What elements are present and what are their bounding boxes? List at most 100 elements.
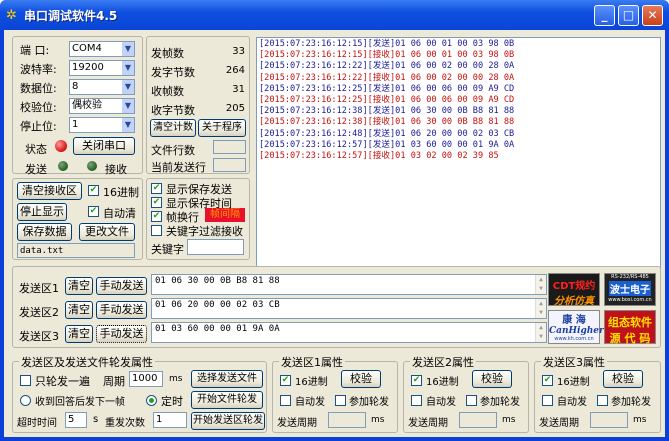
stopbits-label: 停止位: (20, 120, 57, 133)
chevron-down-icon: ▼ (121, 61, 134, 75)
send-area-content: 01 03 60 00 00 01 9A 0A (155, 324, 280, 334)
send-frames-value: 33 (232, 46, 245, 57)
frame-newline-checkbox[interactable]: ✔ (151, 211, 162, 222)
retry-input[interactable]: 1 (153, 412, 187, 428)
keyword-input[interactable] (187, 239, 244, 255)
cdt-ad[interactable]: CDT规约 分析仿真 (548, 273, 600, 307)
log-line: [2015:07:23:16:12:57][接收]01 03 02 00 02 … (259, 151, 499, 162)
recv-log[interactable]: [2015:07:23:16:12:15][发送]01 06 00 01 00 … (256, 37, 661, 288)
props-period-input[interactable] (590, 412, 628, 428)
props-hex16-checkbox[interactable]: ✔ (542, 375, 553, 386)
file-lines-label: 文件行数 (151, 144, 195, 157)
parity-value: 偶校验 (72, 100, 102, 111)
clear-send-area-button[interactable]: 清空 (65, 301, 93, 319)
about-button[interactable]: 关于程序 (198, 119, 246, 137)
props-join-checkbox[interactable] (335, 395, 346, 406)
send-area-label: 发送区2 (19, 306, 59, 319)
display-options-group: ✔ 显示保存发送 ✔ 显示保存时间 ✔ 帧换行 帧间隔 关键字过滤接收 关键字 (146, 178, 250, 260)
filename-field[interactable]: data.txt (17, 243, 135, 258)
keyword-filter-checkbox[interactable] (151, 225, 162, 236)
log-line: [2015:07:23:16:12:15][接收]01 06 00 01 00 … (259, 50, 515, 61)
stop-display-button[interactable]: 停止显示 (17, 203, 67, 221)
poll-group-title: 发送区及发送文件轮发属性 (19, 354, 155, 370)
poll-once-checkbox[interactable] (20, 375, 31, 386)
manual-send-button[interactable]: 手动发送 (96, 301, 147, 319)
log-line: [2015:07:23:16:12:48][发送]01 06 20 00 00 … (259, 128, 515, 139)
rs-ad-line2: 波士电子 (609, 281, 651, 296)
rs-ad[interactable]: RS-232/RS-485 波士电子 www.bosi.com.cn (604, 273, 656, 306)
scrollbar[interactable]: ▲ ▼ (535, 323, 546, 342)
close-port-button[interactable]: 关闭串口 (73, 137, 135, 155)
frame-interval-badge[interactable]: 帧间隔 (205, 208, 245, 222)
poll-period-label: 周期 (103, 375, 125, 388)
props-period-input[interactable] (328, 412, 366, 428)
kh-ad[interactable]: 康 海 CanHigher www.kh.com.cn (548, 310, 604, 344)
clear-recv-button[interactable]: 清空接收区 (17, 182, 82, 200)
props-auto-checkbox[interactable] (542, 395, 553, 406)
props-hex16-checkbox[interactable]: ✔ (280, 375, 291, 386)
source-code-ad[interactable]: 组态软件 源 代 码 (604, 310, 656, 345)
parity-select[interactable]: 偶校验 ▼ (69, 98, 135, 114)
show-save-send-checkbox[interactable]: ✔ (151, 183, 162, 194)
show-save-time-checkbox[interactable]: ✔ (151, 197, 162, 208)
send-area-input[interactable]: 01 06 20 00 00 02 03 CB ▲ ▼ (151, 298, 547, 319)
recv-bytes-value: 205 (225, 103, 245, 114)
poll-period-input[interactable]: 1000 (129, 371, 163, 387)
recv-reply-radio[interactable] (20, 395, 31, 406)
stopbits-select[interactable]: 1 ▼ (69, 117, 135, 133)
hex16-checkbox[interactable]: ✔ (88, 185, 99, 196)
recv-frames-value: 31 (232, 84, 245, 95)
auto-clear-checkbox[interactable]: ✔ (88, 206, 99, 217)
port-settings-group: 端 口: COM4 ▼ 波特率: 19200 ▼ 数据位: 8 ▼ 校验位: 偶校验 ▼… (12, 36, 143, 176)
baud-label: 波特率: (20, 63, 57, 76)
props-auto-checkbox[interactable] (280, 395, 291, 406)
databits-select[interactable]: 8 ▼ (69, 79, 135, 95)
stats-group: 发帧数 33 发字节数 264 收帧数 31 收字节数 205 清空计数 关于程… (146, 36, 250, 174)
rs-ad-line3: www.bosi.com.cn (608, 297, 652, 303)
poll-once-label: 只轮发一遍 (35, 375, 90, 388)
send-area-input[interactable]: 01 03 60 00 00 01 9A 0A ▲ ▼ (151, 322, 547, 343)
clear-count-button[interactable]: 清空计数 (150, 119, 196, 137)
port-select[interactable]: COM4 ▼ (69, 41, 135, 57)
select-file-button[interactable]: 选择发送文件 (191, 370, 263, 388)
minimize-icon: _ (601, 8, 608, 22)
change-file-button[interactable]: 更改文件 (79, 223, 135, 241)
maximize-button[interactable]: □ (618, 5, 639, 26)
close-window-button[interactable]: ✕ (642, 5, 663, 26)
databits-value: 8 (72, 81, 79, 92)
poll-settings-group: 发送区及发送文件轮发属性 只轮发一遍 周期 1000 ms 选择发送文件 收到回… (12, 354, 267, 433)
clear-send-area-button[interactable]: 清空 (65, 277, 93, 295)
baud-select[interactable]: 19200 ▼ (69, 60, 135, 76)
props-hex16-label: 16进制 (295, 377, 328, 388)
recv-frames-label: 收帧数 (151, 85, 184, 98)
props-group-title: 发送区2属性 (410, 354, 476, 370)
parity-label: 校验位: (20, 101, 57, 114)
props-hex16-checkbox[interactable]: ✔ (411, 375, 422, 386)
start-area-poll-button[interactable]: 开始发送区轮发 (191, 412, 265, 430)
send-area-input[interactable]: 01 06 30 00 0B B8 81 88 ▲ ▼ (151, 274, 547, 295)
clear-send-area-button[interactable]: 清空 (65, 325, 93, 343)
manual-send-button[interactable]: 手动发送 (96, 277, 147, 295)
props-join-checkbox[interactable] (597, 395, 608, 406)
props-check-button[interactable]: 校验 (472, 370, 512, 388)
manual-send-button[interactable]: 手动发送 (96, 325, 147, 343)
scrollbar[interactable]: ▲ ▼ (535, 299, 546, 318)
props-join-checkbox[interactable] (466, 395, 477, 406)
send-led (58, 161, 68, 171)
save-data-button[interactable]: 保存数据 (17, 223, 72, 241)
file-lines-field (213, 140, 246, 154)
title-bar[interactable]: ✲ 串口调试软件4.5 _ □ ✕ (0, 0, 669, 30)
timeout-input[interactable]: 5 (65, 412, 87, 428)
log-line: [2015:07:23:16:12:57][发送]01 03 60 00 00 … (259, 139, 515, 150)
props-period-input[interactable] (459, 412, 497, 428)
props-check-button[interactable]: 校验 (603, 370, 643, 388)
scrollbar[interactable]: ▲ ▼ (535, 275, 546, 294)
start-file-poll-button[interactable]: 开始文件轮发 (191, 391, 263, 409)
minimize-button[interactable]: _ (594, 5, 615, 26)
source-ad-line1: 组态软件 (608, 316, 652, 329)
props-check-button[interactable]: 校验 (341, 370, 381, 388)
props-hex16-label: 16进制 (426, 377, 459, 388)
props-auto-checkbox[interactable] (411, 395, 422, 406)
timed-radio[interactable] (146, 395, 157, 406)
send-bytes-value: 264 (225, 65, 245, 76)
